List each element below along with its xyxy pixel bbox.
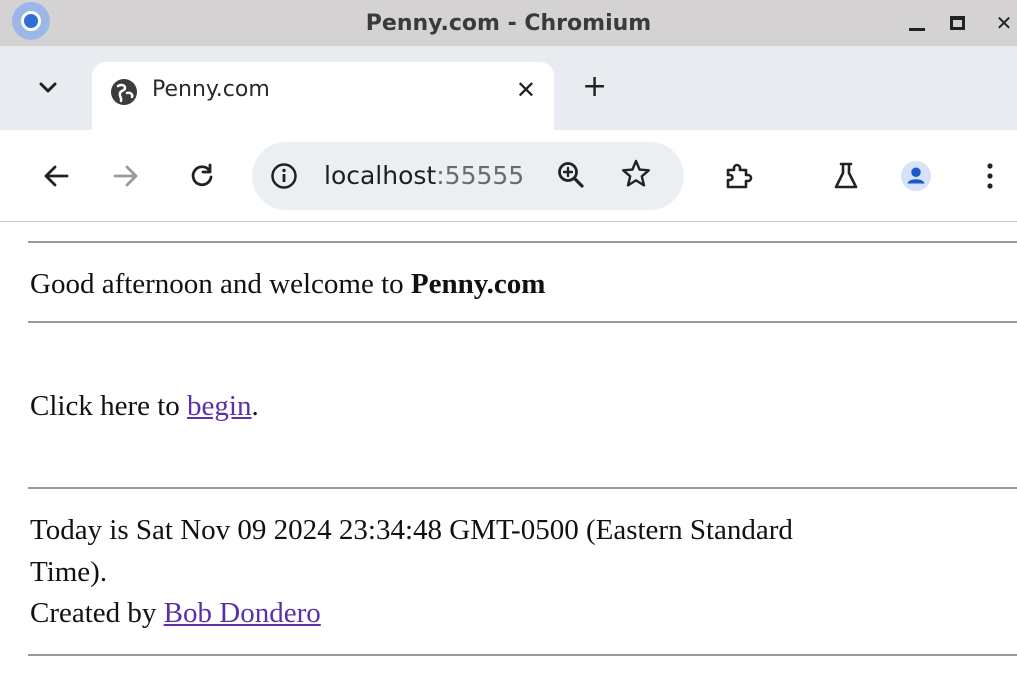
url-port: :55555: [436, 161, 525, 190]
divider-header: [28, 321, 1017, 323]
date-line-2: Time).: [30, 556, 108, 588]
back-button[interactable]: [40, 160, 72, 192]
created-by-text: Created by Bob Dondero: [30, 595, 321, 631]
arrow-right-icon: [113, 165, 138, 187]
click-suffix: .: [251, 390, 259, 422]
divider-footer: [28, 487, 1017, 489]
tab-strip: Penny.com ✕ +: [0, 46, 1017, 130]
begin-paragraph: Click here to begin.: [30, 388, 259, 424]
begin-link[interactable]: begin: [187, 390, 251, 422]
greeting-prefix: Good afternoon and welcome to: [30, 268, 411, 300]
maximize-button[interactable]: [937, 3, 977, 43]
flask-icon: [834, 162, 858, 189]
page-content: Good afternoon and welcome to Penny.com …: [0, 222, 1017, 678]
author-link[interactable]: Bob Dondero: [164, 597, 321, 629]
address-bar[interactable]: localhost:55555: [252, 142, 684, 210]
site-name: Penny.com: [410, 268, 546, 300]
window-controls: ✕: [897, 0, 1017, 46]
url-host: localhost: [324, 161, 437, 190]
site-info-icon[interactable]: [270, 162, 298, 195]
maximize-icon: [949, 16, 965, 30]
forward-button[interactable]: [110, 160, 142, 192]
chevron-down-icon: [39, 82, 57, 93]
tab-close-button[interactable]: ✕: [516, 76, 536, 104]
new-tab-button[interactable]: +: [582, 72, 607, 102]
date-line-1: Today is Sat Nov 09 2024 23:34:48 GMT-05…: [30, 514, 793, 546]
tab-title: Penny.com: [152, 77, 270, 102]
minimize-button[interactable]: [897, 3, 937, 43]
divider-top: [28, 241, 1017, 243]
reload-button[interactable]: [186, 160, 218, 192]
labs-button[interactable]: [830, 160, 862, 192]
arrow-left-icon: [44, 165, 69, 187]
extensions-button[interactable]: [722, 160, 754, 192]
zoom-icon[interactable]: [556, 160, 586, 195]
minimize-icon: [909, 27, 925, 31]
profile-button[interactable]: [900, 160, 932, 192]
reload-icon: [191, 163, 213, 187]
tab-search-button[interactable]: [34, 74, 62, 102]
tab-active[interactable]: Penny.com ✕: [92, 62, 554, 130]
puzzle-icon: [726, 163, 753, 189]
click-prefix: Click here to: [30, 390, 188, 422]
bookmark-star-icon[interactable]: [620, 158, 652, 195]
url-text[interactable]: localhost:55555: [324, 160, 524, 192]
menu-button[interactable]: [974, 160, 1006, 192]
globe-icon: [110, 78, 138, 111]
browser-toolbar: localhost:55555: [0, 130, 1017, 222]
window-titlebar: Penny.com - Chromium ✕: [0, 0, 1017, 46]
close-icon: ✕: [995, 11, 1013, 35]
greeting-text: Good afternoon and welcome to Penny.com: [30, 266, 545, 302]
divider-bottom: [28, 654, 1017, 656]
close-window-button[interactable]: ✕: [977, 3, 1017, 43]
created-prefix: Created by: [30, 597, 164, 629]
window-title: Penny.com - Chromium: [365, 10, 652, 36]
kebab-menu-icon: [987, 163, 993, 189]
avatar-icon: [900, 160, 932, 192]
chromium-app-icon: [12, 2, 50, 40]
